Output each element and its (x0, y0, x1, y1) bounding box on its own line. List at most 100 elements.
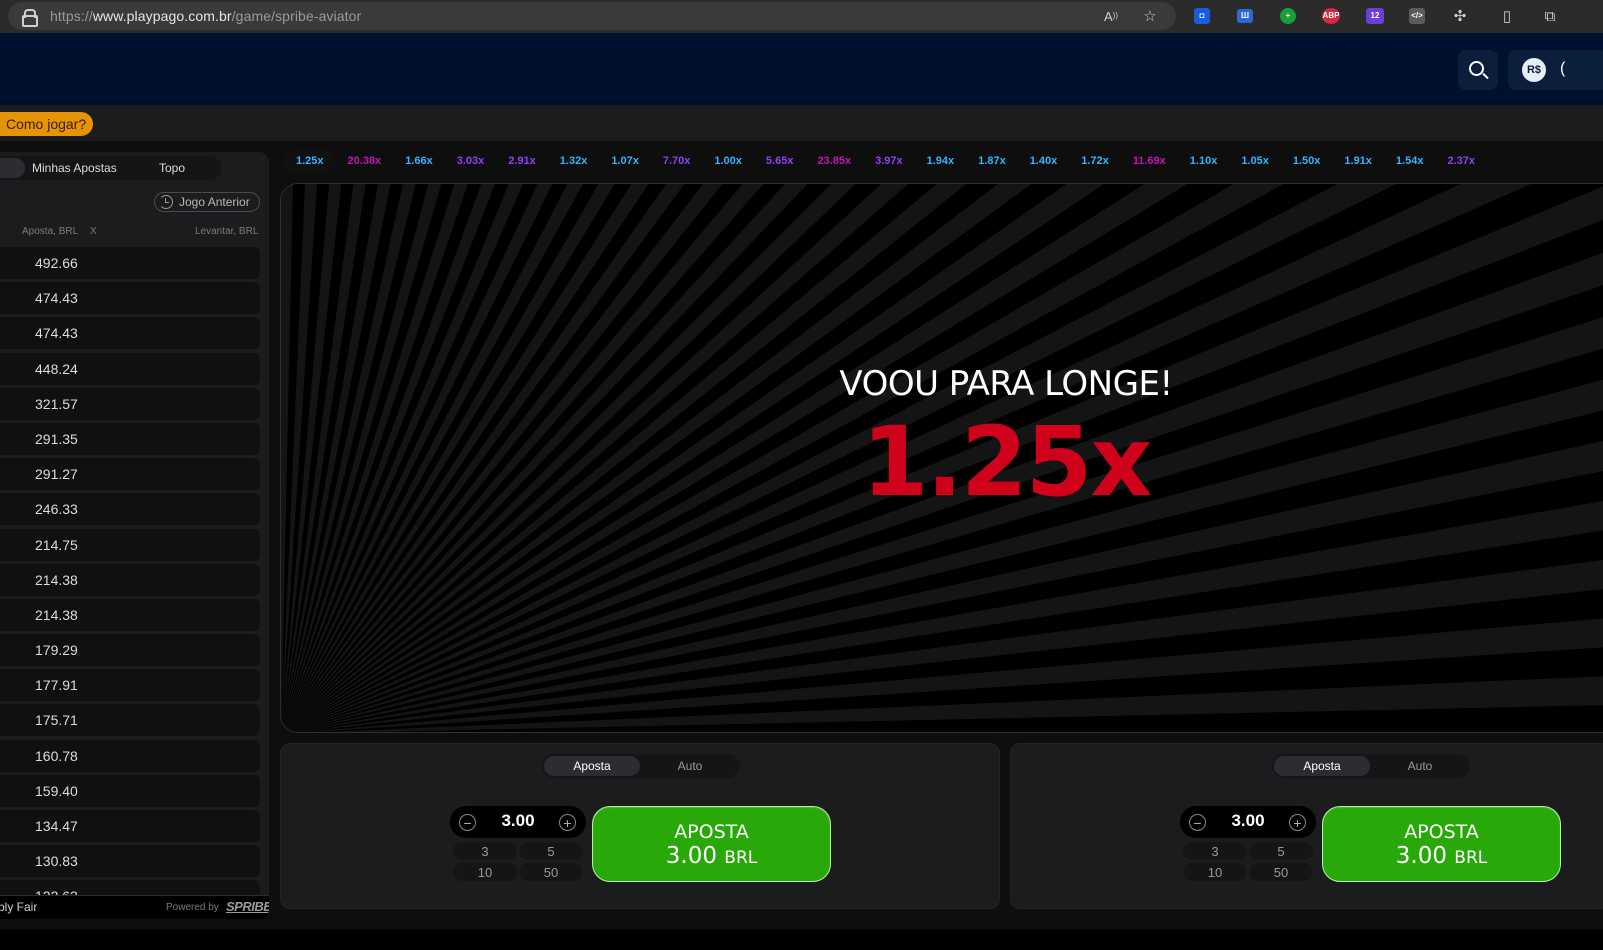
multiplier-chip[interactable]: 23.85x (805, 150, 863, 172)
bet-row: 448.24 (0, 352, 260, 385)
plus-icon[interactable]: + (559, 814, 576, 831)
multiplier-chip[interactable]: 2.37x (1435, 150, 1487, 172)
bet-amount: 492.66 (35, 255, 78, 271)
bet-row: 474.43 (0, 282, 260, 315)
column-multiplier: X (90, 226, 97, 237)
multiplier-chip[interactable]: 20.38x (336, 150, 394, 172)
multiplier-chip[interactable]: 1.91x (1332, 150, 1384, 172)
column-bet: Aposta, BRL (22, 226, 79, 237)
collections-icon[interactable]: ⧉ (1541, 7, 1559, 25)
read-aloud-icon[interactable]: A)) (1102, 7, 1120, 25)
site-header: R$ ( (0, 33, 1603, 105)
multiplier-chip[interactable]: 1.54x (1384, 150, 1436, 172)
tab-top[interactable]: Topo (159, 161, 185, 175)
provably-fair-link[interactable]: bly Fair (0, 900, 37, 914)
bet-amount: 448.24 (35, 360, 78, 377)
previous-game-button[interactable]: Jogo Anterior (154, 192, 260, 212)
multiplier-chip[interactable]: 1.07x (599, 150, 651, 172)
bitwarden-extension-icon[interactable]: ◘ (1194, 8, 1210, 24)
tab-auto-mode[interactable]: Auto (642, 756, 738, 776)
bet-amount: 474.43 (35, 290, 78, 307)
bet-panel-1: Aposta Auto − 3.00 + 3 5 10 50 APOSTA 3.… (280, 743, 1000, 909)
bet-row: 321.57 (0, 387, 260, 420)
multiplier-chip[interactable]: 3.03x (445, 150, 497, 172)
bet-amount: 246.33 (35, 501, 78, 518)
multiplier-chip[interactable]: 1.32x (548, 150, 600, 172)
url-text[interactable]: https://www.playpago.com.br/game/spribe-… (50, 8, 361, 24)
favorite-star-icon[interactable]: ☆ (1141, 7, 1159, 25)
bet-row: 130.83 (0, 845, 260, 878)
multiplier-chip[interactable]: 5.65x (754, 150, 806, 172)
multiplier-chip[interactable]: 11.69x (1121, 150, 1178, 172)
quick-amount-button[interactable]: 50 (1249, 863, 1313, 881)
place-bet-button[interactable]: APOSTA 3.00 BRL (1322, 806, 1561, 882)
bet-row: 474.43 (0, 317, 260, 350)
multiplier-chip[interactable]: 1.00x (702, 150, 754, 172)
game-stage: VOOU PARA LONGE! 1.25x (280, 183, 1603, 733)
quick-amount-button[interactable]: 10 (453, 863, 517, 881)
split-screen-icon[interactable]: ▯ (1498, 7, 1516, 25)
plus-icon[interactable]: + (1289, 814, 1306, 831)
search-button[interactable] (1458, 50, 1498, 90)
column-cashout: Levantar, BRL (195, 226, 259, 237)
bet-row: 177.91 (0, 669, 260, 702)
quick-amount-button[interactable]: 3 (453, 842, 517, 860)
bet-amount: 321.57 (35, 395, 78, 412)
tab-auto-mode[interactable]: Auto (1372, 756, 1468, 776)
extension-badge-icon[interactable]: 12 (1366, 8, 1384, 24)
multiplier-chip[interactable]: 1.40x (1018, 150, 1070, 172)
bet-amount: 214.38 (35, 571, 78, 588)
quick-amount-button[interactable]: 50 (519, 863, 583, 881)
multiplier-chip[interactable]: 1.05x (1229, 150, 1281, 172)
bet-row: 159.40 (0, 774, 260, 807)
multiplier-chip[interactable]: 7.70x (651, 150, 703, 172)
powered-by-text: Powered by (166, 902, 219, 913)
bet-amount: 474.43 (35, 325, 78, 342)
bet-row: 175.71 (0, 704, 260, 737)
quick-amount-button[interactable]: 10 (1183, 863, 1247, 881)
multiplier-chip[interactable]: 1.87x (966, 150, 1018, 172)
bet-button-label: APOSTA (1404, 821, 1479, 843)
bet-amount: 179.29 (35, 642, 78, 659)
bet-amount: 134.47 (35, 818, 78, 834)
multiplier-chip[interactable]: 1.66x (393, 150, 445, 172)
previous-game-label: Jogo Anterior (179, 195, 250, 209)
multiplier-chip[interactable]: 1.25x (284, 150, 336, 172)
address-bar[interactable]: https://www.playpago.com.br/game/spribe-… (8, 2, 1176, 30)
quick-amount-button[interactable]: 3 (1183, 842, 1247, 860)
bets-panel: Minhas Apostas Topo Jogo Anterior Aposta… (0, 152, 269, 919)
multiplier-chip[interactable]: 1.94x (915, 150, 967, 172)
multiplier-chip[interactable]: 3.97x (863, 150, 915, 172)
bet-row: 214.38 (0, 598, 260, 631)
bet-panel-2: Aposta Auto − 3.00 + 3 5 10 50 APOSTA 3.… (1010, 743, 1603, 909)
tab-all-bets[interactable] (0, 158, 25, 178)
multiplier-chip[interactable]: 2.91x (496, 150, 548, 172)
place-bet-button[interactable]: APOSTA 3.00 BRL (592, 806, 831, 882)
tab-my-bets[interactable]: Minhas Apostas (32, 161, 117, 175)
wallet-button[interactable]: R$ ( (1508, 50, 1603, 90)
bet-amount: 177.91 (35, 677, 78, 694)
devtools-extension-icon[interactable]: </> (1409, 8, 1425, 24)
bet-amount: 291.35 (35, 430, 78, 447)
bet-row: 214.75 (0, 528, 260, 561)
tab-bet-mode[interactable]: Aposta (1274, 756, 1370, 776)
multiplier-chip[interactable]: 1.10x (1178, 150, 1230, 172)
bottom-strip (0, 929, 1603, 950)
tab-bet-mode[interactable]: Aposta (544, 756, 640, 776)
extensions-puzzle-icon[interactable]: ✣ (1451, 7, 1469, 25)
bet-button-label: APOSTA (674, 821, 749, 843)
bet-amount: 159.40 (35, 782, 78, 799)
multiplier-chip[interactable]: 1.50x (1281, 150, 1333, 172)
adblock-plus-icon[interactable]: ABP (1322, 8, 1340, 24)
bet-amount: 214.75 (35, 536, 78, 553)
plus-extension-icon[interactable]: + (1280, 8, 1296, 24)
lock-icon[interactable] (22, 9, 38, 27)
quick-amount-button[interactable]: 5 (519, 842, 583, 860)
bet-button-amount: 3.00 BRL (1395, 843, 1488, 869)
bets-list: 492.66 474.43 474.43 448.24 321.57 291.35 291.… (0, 247, 260, 916)
how-to-play-button[interactable]: Como jogar? (0, 112, 94, 136)
multiplier-chip[interactable]: 1.72x (1069, 150, 1121, 172)
game-top-bar: Como jogar? (0, 105, 1603, 141)
quick-amount-button[interactable]: 5 (1249, 842, 1313, 860)
translate-extension-icon[interactable]: Ш (1237, 9, 1253, 23)
